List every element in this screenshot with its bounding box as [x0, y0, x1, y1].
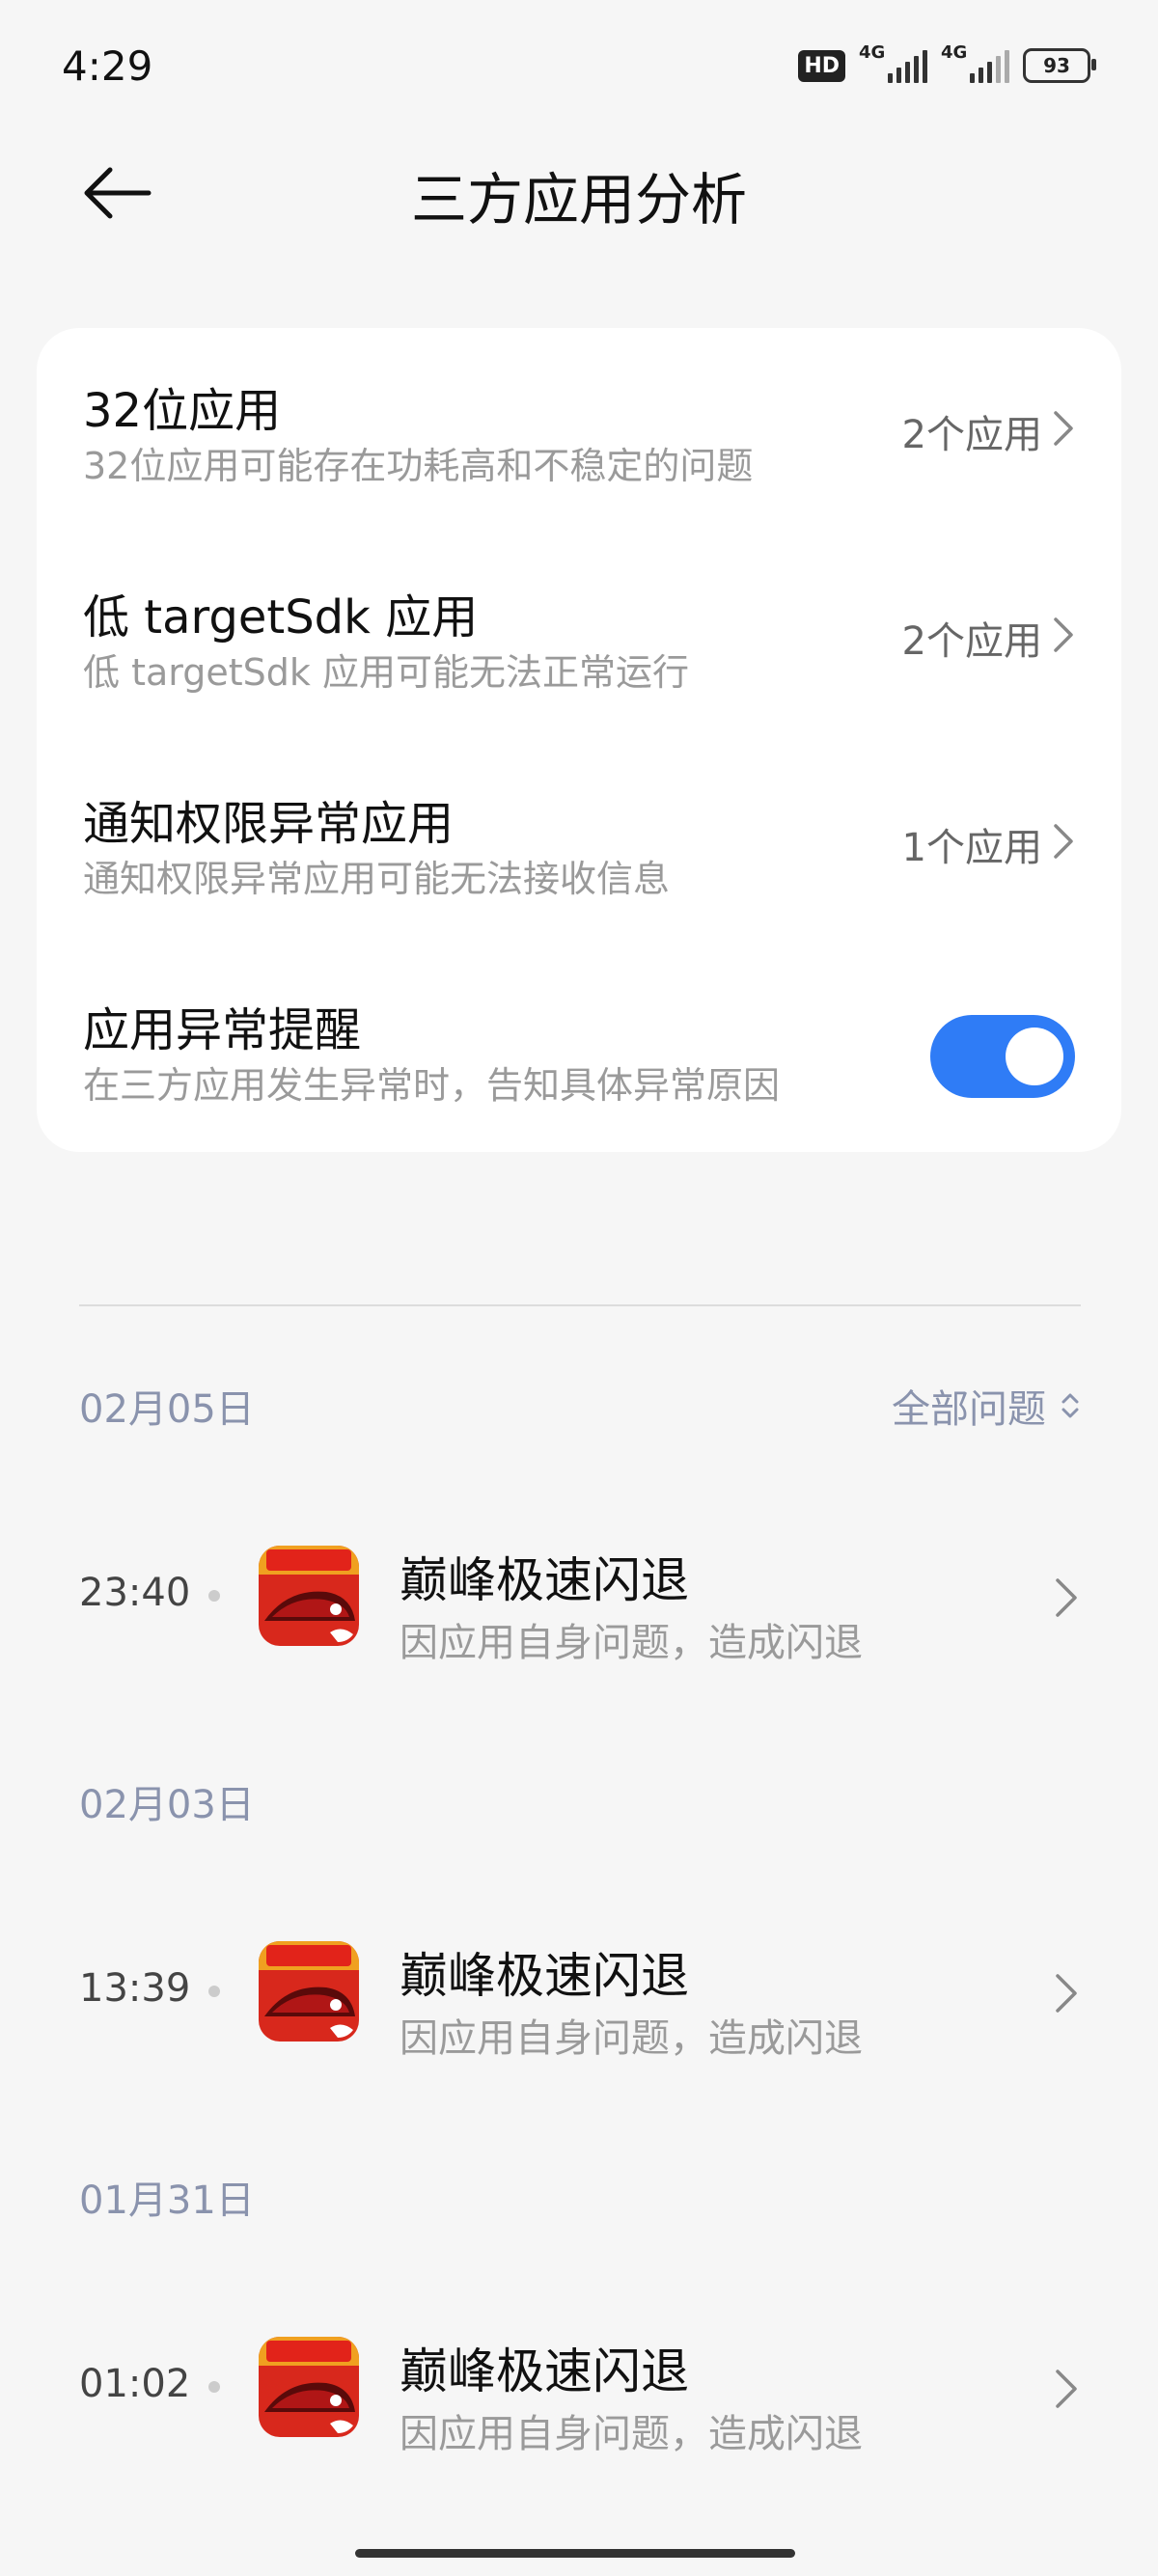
- app-icon: [259, 1546, 359, 1646]
- crash-entry[interactable]: 13:39 巅峰极速闪退 因应用自身问题，造成闪退: [0, 1910, 1158, 2074]
- row-app-exception-alert: 应用异常提醒 在三方应用发生异常时，告知具体异常原因: [37, 947, 1121, 1140]
- app-icon: [259, 1941, 359, 2042]
- entry-time: 01:02: [79, 2362, 191, 2406]
- row-low-targetsdk-apps[interactable]: 低 targetSdk 应用 低 targetSdk 应用可能无法正常运行 2个…: [37, 534, 1121, 727]
- app-name: 巅峰极速闪退: [400, 1948, 689, 2004]
- chevron-right-icon: [1054, 411, 1073, 446]
- date-label: 01月31日: [79, 2179, 255, 2223]
- signal-label: 4G: [859, 42, 886, 63]
- crash-reason: 因应用自身问题，造成闪退: [400, 2016, 863, 2061]
- app-icon: [259, 2337, 359, 2437]
- sort-updown-icon: [1062, 1393, 1079, 1418]
- crash-entry[interactable]: 01:02 巅峰极速闪退 因应用自身问题，造成闪退: [0, 2306, 1158, 2470]
- home-indicator[interactable]: [355, 2549, 795, 2558]
- date-label: 02月03日: [79, 1783, 255, 1827]
- page-title: 三方应用分析: [410, 167, 747, 233]
- signal-icon: 4G: [941, 42, 1009, 83]
- row-notification-permission-apps[interactable]: 通知权限异常应用 通知权限异常应用可能无法接收信息 1个应用: [37, 741, 1121, 934]
- row-subtitle: 低 targetSdk 应用可能无法正常运行: [83, 651, 689, 694]
- chevron-right-icon: [1054, 824, 1073, 859]
- battery-icon: 93: [1023, 48, 1096, 83]
- status-bar: 4:29 HD 4G 4G 93: [0, 0, 1158, 135]
- status-icons: HD 4G 4G 93: [798, 42, 1096, 83]
- status-time: 4:29: [62, 42, 153, 90]
- settings-card: 32位应用 32位应用可能存在功耗高和不稳定的问题 2个应用 低 targetS…: [37, 328, 1121, 1152]
- toggle-knob: [1006, 1028, 1063, 1085]
- row-subtitle: 32位应用可能存在功耗高和不稳定的问题: [83, 445, 754, 487]
- filter-label: 全部问题: [892, 1387, 1046, 1432]
- row-title: 32位应用: [83, 384, 282, 438]
- crash-reason: 因应用自身问题，造成闪退: [400, 1621, 863, 1665]
- chevron-right-icon: [1056, 1974, 1077, 2013]
- row-title: 通知权限异常应用: [83, 797, 455, 851]
- date-label: 02月05日: [79, 1387, 255, 1432]
- timeline-dot: [208, 1590, 220, 1602]
- row-32bit-apps[interactable]: 32位应用 32位应用可能存在功耗高和不稳定的问题 2个应用: [37, 328, 1121, 521]
- signal-label: 4G: [941, 42, 968, 63]
- timeline-dot: [208, 2381, 220, 2393]
- battery-level: 93: [1043, 54, 1070, 77]
- chevron-right-icon: [1056, 1578, 1077, 1617]
- app-name: 巅峰极速闪退: [400, 1552, 689, 1608]
- app-name: 巅峰极速闪退: [400, 2343, 689, 2399]
- chevron-right-icon: [1054, 617, 1073, 652]
- signal-icon: 4G: [859, 42, 927, 83]
- row-subtitle: 在三方应用发生异常时，告知具体异常原因: [83, 1064, 781, 1107]
- row-value: 1个应用: [901, 826, 1042, 870]
- exception-alert-toggle[interactable]: [930, 1015, 1075, 1098]
- entry-time: 23:40: [79, 1571, 191, 1615]
- row-title: 应用异常提醒: [83, 1003, 362, 1057]
- entry-time: 13:39: [79, 1966, 191, 2011]
- row-title: 低 targetSdk 应用: [83, 590, 479, 644]
- row-value: 2个应用: [901, 413, 1042, 457]
- crash-entry[interactable]: 23:40 巅峰极速闪退 因应用自身问题，造成闪退: [0, 1515, 1158, 1679]
- row-subtitle: 通知权限异常应用可能无法接收信息: [83, 858, 671, 900]
- timeline-dot: [208, 1986, 220, 1997]
- chevron-right-icon: [1056, 2370, 1077, 2408]
- row-value: 2个应用: [901, 619, 1042, 664]
- section-divider: [79, 1304, 1081, 1306]
- filter-dropdown[interactable]: 全部问题: [892, 1378, 1081, 1434]
- hd-icon: HD: [798, 49, 845, 82]
- crash-reason: 因应用自身问题，造成闪退: [400, 2412, 863, 2456]
